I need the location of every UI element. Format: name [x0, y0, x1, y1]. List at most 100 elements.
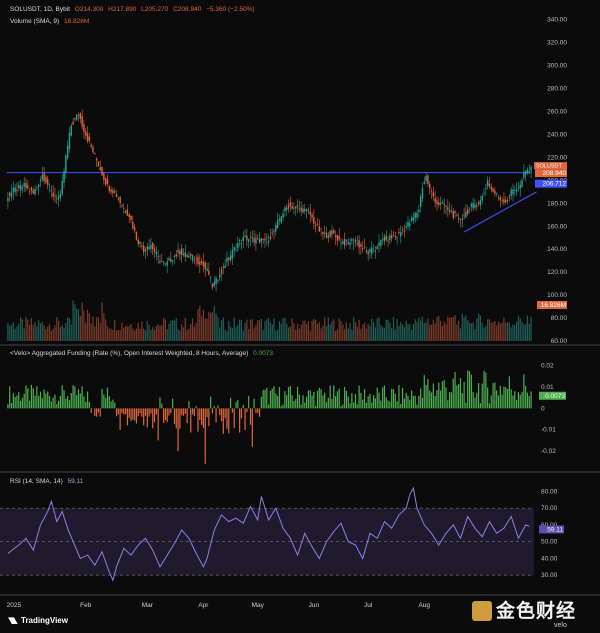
funding-bar	[106, 387, 109, 409]
funding-bar	[407, 395, 409, 409]
volume-bar	[287, 327, 290, 341]
candle-body	[505, 200, 507, 203]
price-axis-tick: 120.00	[547, 269, 567, 276]
candle-body	[342, 241, 344, 244]
funding-bar	[461, 393, 463, 409]
candle-body	[115, 194, 118, 198]
candle-body	[244, 235, 246, 238]
volume-bar	[54, 325, 56, 341]
candle-body	[45, 177, 47, 183]
volume-bar	[29, 324, 31, 341]
candle-body	[177, 249, 179, 253]
volume-bar	[325, 326, 328, 341]
funding-bar	[501, 394, 503, 409]
resistance-value-label: 206.712	[543, 181, 567, 188]
funding-bar	[485, 372, 487, 409]
volume-bar	[530, 316, 532, 341]
volume-bar	[101, 302, 103, 341]
funding-bar	[298, 394, 300, 409]
candle-body	[184, 252, 187, 257]
volume-bar	[83, 310, 85, 341]
volume-bar	[316, 324, 319, 341]
candle-body	[514, 189, 516, 191]
candle-body	[510, 189, 512, 196]
volume-bar	[342, 324, 344, 341]
volume-bar	[333, 319, 335, 341]
candle-body	[519, 184, 521, 189]
funding-bar	[128, 408, 130, 418]
funding-bar	[443, 380, 445, 409]
candle-body	[385, 235, 387, 240]
candle-body	[119, 196, 121, 204]
volume-bar	[336, 329, 338, 341]
candle-body	[354, 239, 357, 242]
volume-bar	[239, 319, 241, 341]
funding-bar	[248, 395, 250, 409]
funding-bar	[320, 389, 322, 409]
candle-body	[41, 174, 44, 180]
funding-bar	[356, 404, 358, 409]
candle-body	[139, 241, 141, 244]
funding-bar	[242, 404, 244, 409]
funding-bar	[400, 403, 402, 409]
volume-bar	[282, 318, 284, 341]
rsi-axis-tick: 30.00	[541, 572, 558, 579]
volume-bar	[391, 327, 393, 341]
volume-bar	[50, 330, 52, 341]
volume-bar	[260, 318, 262, 341]
volume-bar	[88, 313, 90, 341]
funding-bar	[258, 408, 261, 417]
volume-bar	[445, 324, 447, 341]
volume-bar	[525, 323, 527, 341]
candle-body	[253, 237, 255, 243]
candle-body	[456, 215, 458, 217]
funding-bar	[465, 402, 467, 409]
volume-bar	[454, 315, 456, 341]
candle-body	[307, 210, 310, 212]
volume-bar	[331, 321, 333, 341]
volume-bar	[141, 321, 143, 341]
chart-svg: 60.00 80.00 100.00 120.00 140.00 160.00 180.00…	[0, 17, 600, 609]
funding-bar	[213, 406, 215, 409]
funding-bar	[458, 384, 460, 409]
volume-bar	[318, 322, 320, 341]
funding-bar	[228, 408, 230, 434]
volume-bar	[436, 317, 438, 341]
funding-bar	[121, 408, 123, 413]
funding-bar	[159, 397, 161, 409]
volume-bar	[121, 322, 123, 341]
volume-bar	[264, 320, 266, 341]
funding-bar	[36, 386, 38, 409]
funding-bar	[347, 396, 349, 409]
funding-bar	[29, 400, 31, 409]
candle-body	[95, 158, 98, 161]
volume-bar	[430, 324, 433, 341]
candle-body	[421, 187, 424, 199]
candle-body	[448, 210, 451, 213]
candle-body	[503, 199, 505, 203]
volume-bar	[450, 317, 453, 341]
candle-body	[325, 232, 328, 238]
volume-bar	[306, 323, 308, 341]
funding-bar	[41, 397, 43, 409]
volume-bar	[105, 319, 107, 341]
candle-body	[92, 147, 94, 153]
volume-bar	[411, 329, 413, 341]
volume-bar	[409, 324, 411, 341]
funding-bar	[90, 408, 92, 413]
candle-body	[85, 131, 87, 136]
volume-bar	[233, 317, 235, 341]
volume-bar	[503, 317, 505, 341]
volume-bar	[181, 324, 183, 341]
volume-bar	[465, 315, 467, 341]
funding-bar	[425, 384, 427, 409]
funding-bar	[99, 408, 101, 417]
volume-bar	[271, 324, 273, 341]
volume-bar	[56, 317, 58, 341]
funding-bar	[83, 396, 85, 409]
funding-bar	[420, 388, 422, 409]
funding-bar	[296, 386, 299, 409]
volume-bar	[137, 322, 139, 341]
volume-bar	[81, 302, 83, 341]
candle-body	[278, 218, 281, 221]
